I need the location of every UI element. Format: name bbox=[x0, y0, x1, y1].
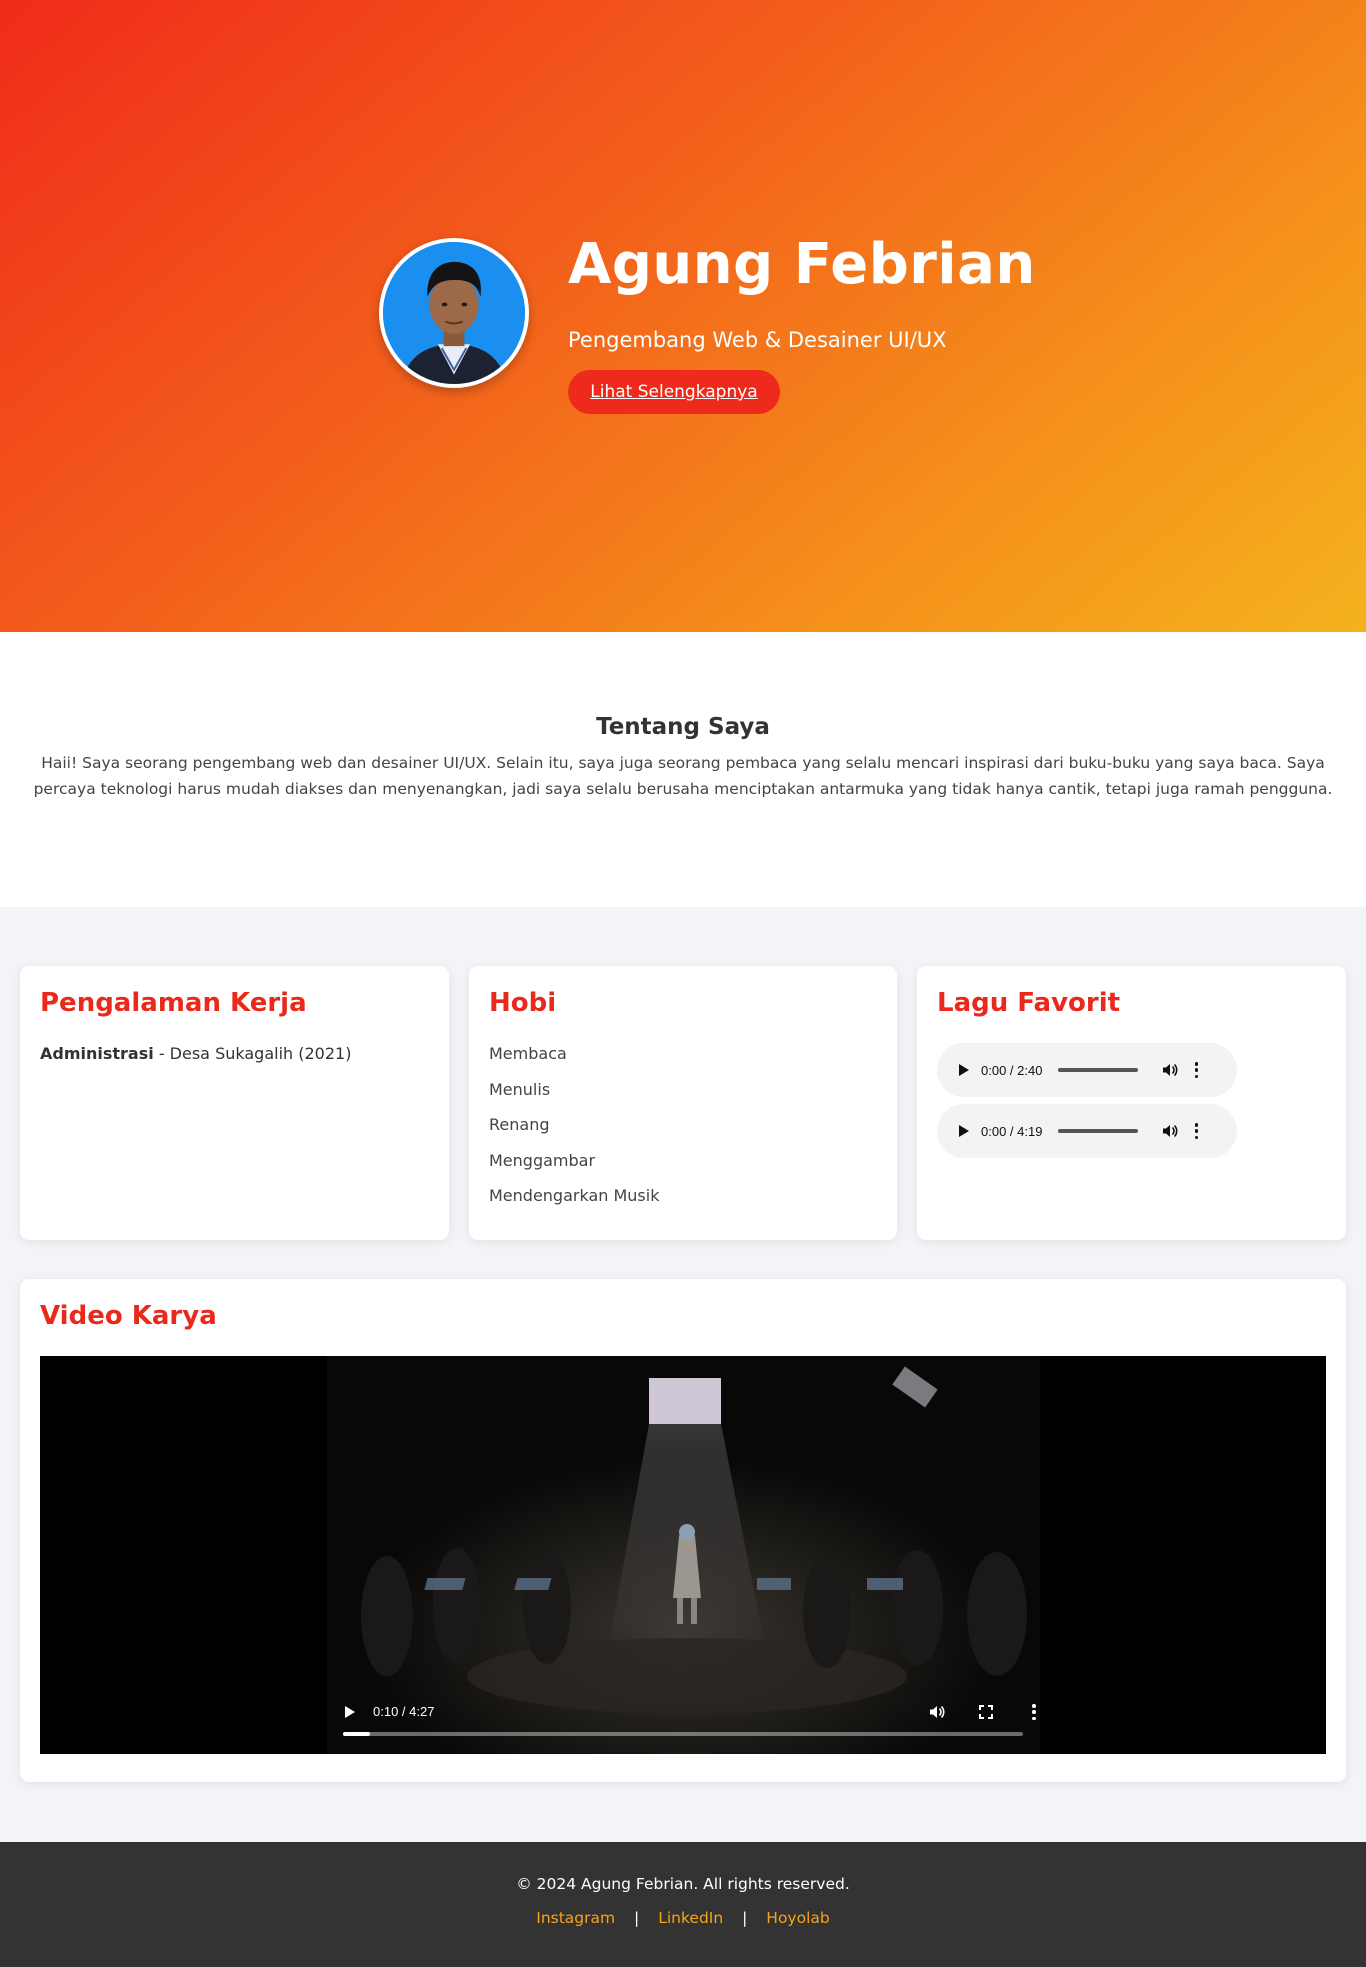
video-title: Video Karya bbox=[40, 1301, 217, 1331]
experience-role: Administrasi bbox=[40, 1044, 154, 1063]
fullscreen-icon[interactable] bbox=[979, 1705, 993, 1719]
footer-separator: | bbox=[742, 1909, 748, 1927]
hero-subtitle: Pengembang Web & Desainer UI/UX bbox=[568, 328, 947, 352]
volume-icon[interactable] bbox=[1162, 1062, 1178, 1078]
video-volume-icon[interactable] bbox=[928, 1704, 946, 1720]
hobby-card: Hobi Membaca Menulis Renang Menggambar M… bbox=[469, 966, 897, 1240]
audio-player[interactable]: 0:00 / 2:40 bbox=[937, 1043, 1237, 1097]
experience-card: Pengalaman Kerja Administrasi - Desa Suk… bbox=[20, 966, 449, 1240]
list-item: Menggambar bbox=[489, 1150, 596, 1170]
footer-copyright: © 2024 Agung Febrian. All rights reserve… bbox=[516, 1875, 850, 1893]
profile-photo bbox=[379, 238, 529, 388]
experience-detail: - Desa Sukagalih (2021) bbox=[153, 1044, 352, 1063]
video-progress-fill bbox=[343, 1732, 371, 1736]
favorite-songs-card: Lagu Favorit 0:00 / 2:40 0:00 / 4:19 bbox=[917, 966, 1346, 1240]
audio-player[interactable]: 0:00 / 4:19 bbox=[937, 1104, 1237, 1158]
video-frame bbox=[327, 1356, 1040, 1754]
video-more-options-icon[interactable] bbox=[1032, 1704, 1036, 1720]
video-progress-bar[interactable] bbox=[343, 1732, 1023, 1736]
audio-time: 0:00 / 2:40 bbox=[981, 1062, 1043, 1078]
list-item: Mendengarkan Musik bbox=[489, 1186, 660, 1205]
volume-icon[interactable] bbox=[1162, 1123, 1178, 1139]
play-icon[interactable] bbox=[959, 1125, 969, 1137]
audio-seek-bar[interactable] bbox=[1058, 1068, 1139, 1072]
video-still bbox=[327, 1356, 1040, 1754]
video-card: Video Karya 0:10 / 4:27 bbox=[20, 1279, 1346, 1782]
footer: © 2024 Agung Febrian. All rights reserve… bbox=[0, 1842, 1366, 1967]
instagram-link[interactable]: Instagram bbox=[536, 1909, 615, 1927]
list-item: Renang bbox=[489, 1115, 550, 1134]
video-time: 0:10 / 4:27 bbox=[373, 1704, 435, 1719]
see-more-button[interactable]: Lihat Selengkapnya bbox=[568, 370, 780, 414]
hero-name: Agung Febrian bbox=[568, 232, 1036, 297]
profile-photo-illustration bbox=[383, 242, 525, 384]
more-options-icon[interactable] bbox=[1194, 1062, 1199, 1078]
linkedin-link[interactable]: LinkedIn bbox=[658, 1909, 723, 1927]
experience-title: Pengalaman Kerja bbox=[40, 988, 307, 1018]
experience-item: Administrasi - Desa Sukagalih (2021) bbox=[40, 1044, 351, 1063]
video-player[interactable]: 0:10 / 4:27 bbox=[40, 1356, 1326, 1754]
play-icon[interactable] bbox=[959, 1064, 969, 1076]
hoyolab-link[interactable]: Hoyolab bbox=[766, 1909, 829, 1927]
about-section: Tentang Saya Haii! Saya seorang pengemba… bbox=[0, 632, 1366, 907]
about-text: Haii! Saya seorang pengembang web dan de… bbox=[33, 754, 1333, 798]
footer-links: Instagram | LinkedIn | Hoyolab bbox=[0, 1909, 1366, 1927]
about-title: Tentang Saya bbox=[596, 714, 770, 740]
audio-time: 0:00 / 4:19 bbox=[981, 1123, 1043, 1139]
hobby-title: Hobi bbox=[489, 988, 557, 1018]
audio-seek-bar[interactable] bbox=[1058, 1129, 1139, 1133]
footer-separator: | bbox=[634, 1909, 640, 1927]
list-item: Menulis bbox=[489, 1079, 551, 1099]
songs-title: Lagu Favorit bbox=[937, 988, 1121, 1018]
video-play-icon[interactable] bbox=[345, 1706, 355, 1718]
list-item: Membaca bbox=[489, 1044, 567, 1063]
more-options-icon[interactable] bbox=[1194, 1123, 1199, 1139]
hero-section: Agung Febrian Pengembang Web & Desainer … bbox=[0, 0, 1366, 632]
hobby-list: Membaca Menulis Renang Menggambar Menden… bbox=[489, 1044, 659, 1222]
